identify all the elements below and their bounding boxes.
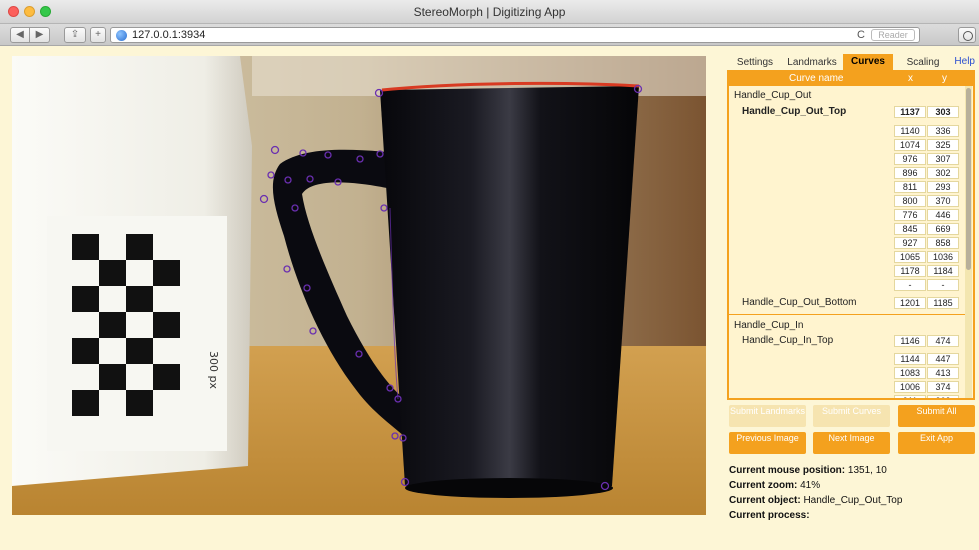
curve-group-name[interactable]: Handle_Cup_In <box>734 320 804 331</box>
point-y-cell[interactable]: 1036 <box>927 251 959 263</box>
point-y-cell[interactable]: 447 <box>927 353 959 365</box>
point-y-cell[interactable]: 446 <box>927 209 959 221</box>
table-header: Curve name x y <box>729 72 973 86</box>
status-mouse-position: Current mouse position: 1351, 10 <box>729 465 887 476</box>
help-link[interactable]: Help <box>954 56 975 67</box>
status-current-object: Current object: Handle_Cup_Out_Top <box>729 495 903 506</box>
extension-icon[interactable] <box>958 27 976 43</box>
image-viewport[interactable]: 300 px <box>12 56 706 515</box>
exit-app-button[interactable]: Exit App <box>898 432 975 454</box>
point-y-cell[interactable]: 293 <box>927 181 959 193</box>
curve-group-name[interactable]: Handle_Cup_Out <box>734 90 811 101</box>
tab-curves[interactable]: Curves <box>843 54 893 70</box>
point-y-cell[interactable]: 413 <box>927 367 959 379</box>
window-titlebar: StereoMorph | Digitizing App <box>0 0 979 24</box>
point-x-cell[interactable]: 1083 <box>894 367 926 379</box>
point-x-cell[interactable]: 1065 <box>894 251 926 263</box>
url-text[interactable]: 127.0.0.1:3934 <box>132 29 205 41</box>
point-x-cell[interactable]: 896 <box>894 167 926 179</box>
group-separator <box>729 314 965 315</box>
curves-table: Curve name x y Handle_Cup_Out Handle_Cup… <box>727 70 975 400</box>
point-y-cell[interactable]: 307 <box>927 153 959 165</box>
browser-toolbar: ◀ ▶ ⇪ + 127.0.0.1:3934 C Reader <box>0 24 979 46</box>
point-y-cell[interactable]: 325 <box>927 139 959 151</box>
point-y-cell[interactable]: 1184 <box>927 265 959 277</box>
table-scrollbar[interactable] <box>965 86 972 398</box>
point-x-cell[interactable]: 811 <box>894 181 926 193</box>
tab-bar: Settings Landmarks Curves Scaling Help <box>727 54 977 70</box>
tab-settings[interactable]: Settings <box>729 56 781 70</box>
end-y-cell[interactable]: 1185 <box>927 297 959 309</box>
point-x-cell[interactable]: 800 <box>894 195 926 207</box>
point-x-cell[interactable]: 1178 <box>894 265 926 277</box>
scale-handwriting: 300 px <box>207 351 220 389</box>
share-icon[interactable]: ⇪ <box>64 27 86 43</box>
point-x-cell[interactable]: 845 <box>894 223 926 235</box>
header-curve-name: Curve name <box>789 73 844 84</box>
status-current-process: Current process: <box>729 510 810 521</box>
reader-button[interactable]: Reader <box>871 29 915 41</box>
start-x-cell[interactable]: 1146 <box>894 335 926 347</box>
point-x-cell[interactable]: 776 <box>894 209 926 221</box>
add-tab-icon[interactable]: + <box>90 27 106 43</box>
forward-icon[interactable]: ▶ <box>30 27 50 43</box>
curve-start-label[interactable]: Handle_Cup_Out_Top <box>742 106 846 117</box>
scrollbar-thumb[interactable] <box>966 88 971 270</box>
reload-icon[interactable]: C <box>857 29 865 41</box>
point-x-cell[interactable]: 976 <box>894 153 926 165</box>
tab-scaling[interactable]: Scaling <box>899 56 947 70</box>
submit-curves-button[interactable]: Submit Curves <box>813 405 890 427</box>
point-x-cell[interactable]: 911 <box>894 395 926 398</box>
submit-landmarks-button[interactable]: Submit Landmarks <box>729 405 806 427</box>
point-x-cell[interactable]: 1144 <box>894 353 926 365</box>
start-x-cell[interactable]: 1137 <box>894 106 926 118</box>
status-zoom: Current zoom: 41% <box>729 480 821 491</box>
point-y-cell[interactable]: 669 <box>927 223 959 235</box>
header-x: x <box>908 73 913 84</box>
point-y-cell[interactable]: 858 <box>927 237 959 249</box>
point-x-cell[interactable]: - <box>894 279 926 291</box>
header-y: y <box>942 73 947 84</box>
start-y-cell[interactable]: 303 <box>927 106 959 118</box>
point-y-cell[interactable]: 374 <box>927 381 959 393</box>
address-bar[interactable]: 127.0.0.1:3934 C Reader <box>110 27 920 43</box>
point-y-cell[interactable]: - <box>927 279 959 291</box>
point-y-cell[interactable]: 336 <box>927 125 959 137</box>
previous-image-button[interactable]: Previous Image <box>729 432 806 454</box>
window-title: StereoMorph | Digitizing App <box>413 5 566 19</box>
point-x-cell[interactable]: 1006 <box>894 381 926 393</box>
curve-end-label[interactable]: Handle_Cup_Out_Bottom <box>742 297 857 308</box>
next-image-button[interactable]: Next Image <box>813 432 890 454</box>
tab-landmarks[interactable]: Landmarks <box>783 56 841 70</box>
point-y-cell[interactable]: 302 <box>927 167 959 179</box>
end-x-cell[interactable]: 1201 <box>894 297 926 309</box>
control-panel: Settings Landmarks Curves Scaling Help C… <box>727 54 977 454</box>
point-x-cell[interactable]: 1140 <box>894 125 926 137</box>
point-x-cell[interactable]: 1074 <box>894 139 926 151</box>
point-x-cell[interactable]: 927 <box>894 237 926 249</box>
navigation-button-row: Previous Image Next Image Exit App <box>727 432 977 454</box>
mug-base <box>405 478 613 498</box>
submit-all-button[interactable]: Submit All <box>898 405 975 427</box>
point-y-cell[interactable]: 362 <box>927 395 959 398</box>
globe-icon <box>116 30 127 41</box>
submit-button-row: Submit Landmarks Submit Curves Submit Al… <box>727 405 977 427</box>
curve-start-label[interactable]: Handle_Cup_In_Top <box>742 335 833 346</box>
back-icon[interactable]: ◀ <box>10 27 30 43</box>
mug-body <box>380 86 639 494</box>
start-y-cell[interactable]: 474 <box>927 335 959 347</box>
point-y-cell[interactable]: 370 <box>927 195 959 207</box>
digitizing-image[interactable]: 300 px <box>12 56 706 515</box>
